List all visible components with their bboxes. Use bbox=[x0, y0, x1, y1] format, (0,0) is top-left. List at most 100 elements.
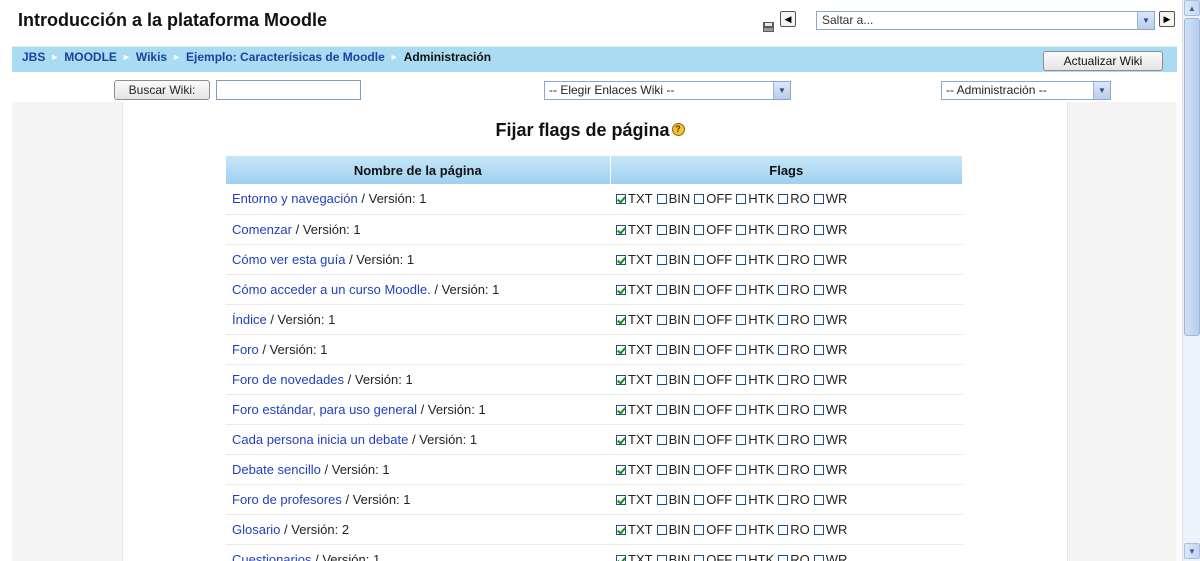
flag-bin-checkbox[interactable] bbox=[656, 254, 667, 265]
page-link[interactable]: Entorno y navegación bbox=[232, 191, 358, 206]
flag-txt-checkbox[interactable] bbox=[616, 554, 626, 561]
flag-ro-checkbox[interactable] bbox=[778, 434, 789, 445]
flag-ro-checkbox[interactable] bbox=[778, 494, 789, 505]
page-link[interactable]: Cómo acceder a un curso Moodle. bbox=[232, 282, 431, 297]
search-wiki-button[interactable]: Buscar Wiki: bbox=[114, 80, 210, 100]
flag-off-checkbox[interactable] bbox=[694, 254, 705, 265]
flag-htk-checkbox[interactable] bbox=[736, 344, 747, 355]
previous-activity-button[interactable]: ◀ bbox=[780, 11, 796, 27]
flag-wr-checkbox[interactable] bbox=[813, 374, 824, 385]
flag-wr-checkbox[interactable] bbox=[813, 524, 824, 535]
flag-off-checkbox[interactable] bbox=[694, 554, 705, 561]
scrollbar-thumb[interactable] bbox=[1184, 18, 1200, 336]
flag-wr-checkbox[interactable] bbox=[813, 554, 824, 561]
flag-txt-checkbox[interactable] bbox=[616, 464, 626, 475]
flag-htk-checkbox[interactable] bbox=[736, 194, 747, 205]
flag-txt-checkbox[interactable] bbox=[616, 404, 626, 415]
flag-bin-checkbox[interactable] bbox=[656, 314, 667, 325]
page-link[interactable]: Cómo ver esta guía bbox=[232, 252, 345, 267]
flag-txt-checkbox[interactable] bbox=[616, 494, 626, 505]
page-link[interactable]: Índice bbox=[232, 312, 267, 327]
flag-wr-checkbox[interactable] bbox=[813, 344, 824, 355]
flag-wr-checkbox[interactable] bbox=[813, 314, 824, 325]
flag-bin-checkbox[interactable] bbox=[656, 494, 667, 505]
flag-bin-checkbox[interactable] bbox=[656, 194, 667, 205]
flag-ro-checkbox[interactable] bbox=[778, 314, 789, 325]
flag-ro-checkbox[interactable] bbox=[778, 224, 789, 235]
flag-bin-checkbox[interactable] bbox=[656, 404, 667, 415]
flag-htk-checkbox[interactable] bbox=[736, 404, 747, 415]
page-link[interactable]: Foro bbox=[232, 342, 259, 357]
flag-txt-checkbox[interactable] bbox=[616, 374, 626, 385]
flag-wr-checkbox[interactable] bbox=[813, 194, 824, 205]
flag-wr-checkbox[interactable] bbox=[813, 254, 824, 265]
flag-bin-checkbox[interactable] bbox=[656, 284, 667, 295]
scroll-up-icon[interactable]: ▲ bbox=[1184, 0, 1200, 16]
flag-wr-checkbox[interactable] bbox=[813, 404, 824, 415]
flag-off-checkbox[interactable] bbox=[694, 374, 705, 385]
breadcrumb-link-moodle[interactable]: MOODLE bbox=[64, 50, 117, 64]
flag-ro-checkbox[interactable] bbox=[778, 464, 789, 475]
flag-txt-checkbox[interactable] bbox=[616, 284, 626, 295]
scroll-down-icon[interactable]: ▼ bbox=[1184, 543, 1200, 559]
flag-htk-checkbox[interactable] bbox=[736, 314, 747, 325]
page-link[interactable]: Foro de novedades bbox=[232, 372, 344, 387]
flag-wr-checkbox[interactable] bbox=[813, 494, 824, 505]
flag-wr-checkbox[interactable] bbox=[813, 464, 824, 475]
flag-wr-checkbox[interactable] bbox=[813, 434, 824, 445]
flag-htk-checkbox[interactable] bbox=[736, 224, 747, 235]
flag-ro-checkbox[interactable] bbox=[778, 194, 789, 205]
vertical-scrollbar[interactable]: ▲ ▼ bbox=[1182, 0, 1200, 561]
flag-txt-checkbox[interactable] bbox=[616, 194, 626, 205]
flag-ro-checkbox[interactable] bbox=[778, 524, 789, 535]
flag-bin-checkbox[interactable] bbox=[656, 554, 667, 561]
flag-bin-checkbox[interactable] bbox=[656, 434, 667, 445]
flag-txt-checkbox[interactable] bbox=[616, 254, 626, 265]
wiki-links-select[interactable]: -- Elegir Enlaces Wiki -- ▼ bbox=[544, 81, 791, 100]
flag-txt-checkbox[interactable] bbox=[616, 434, 626, 445]
page-link[interactable]: Cuestionarios bbox=[232, 552, 312, 561]
flag-off-checkbox[interactable] bbox=[694, 194, 705, 205]
flag-htk-checkbox[interactable] bbox=[736, 494, 747, 505]
flag-off-checkbox[interactable] bbox=[694, 434, 705, 445]
flag-txt-checkbox[interactable] bbox=[616, 224, 626, 235]
flag-htk-checkbox[interactable] bbox=[736, 284, 747, 295]
flag-htk-checkbox[interactable] bbox=[736, 434, 747, 445]
breadcrumb-link-jbs[interactable]: JBS bbox=[22, 50, 45, 64]
flag-htk-checkbox[interactable] bbox=[736, 374, 747, 385]
administration-select[interactable]: -- Administración -- ▼ bbox=[941, 81, 1111, 100]
update-wiki-button[interactable]: Actualizar Wiki bbox=[1043, 51, 1163, 71]
jump-to-select[interactable]: Saltar a... ▼ bbox=[816, 11, 1155, 30]
flag-bin-checkbox[interactable] bbox=[656, 374, 667, 385]
flag-bin-checkbox[interactable] bbox=[656, 224, 667, 235]
flag-ro-checkbox[interactable] bbox=[778, 344, 789, 355]
flag-ro-checkbox[interactable] bbox=[778, 254, 789, 265]
page-link[interactable]: Cada persona inicia un debate bbox=[232, 432, 408, 447]
page-link[interactable]: Debate sencillo bbox=[232, 462, 321, 477]
next-activity-button[interactable]: ▶ bbox=[1159, 11, 1175, 27]
breadcrumb-link-wiki[interactable]: Ejemplo: Caracterísicas de Moodle bbox=[186, 50, 385, 64]
breadcrumb-link-wikis[interactable]: Wikis bbox=[136, 50, 167, 64]
flag-bin-checkbox[interactable] bbox=[656, 524, 667, 535]
page-link[interactable]: Comenzar bbox=[232, 222, 292, 237]
flag-wr-checkbox[interactable] bbox=[813, 224, 824, 235]
flag-txt-checkbox[interactable] bbox=[616, 344, 626, 355]
page-link[interactable]: Foro estándar, para uso general bbox=[232, 402, 417, 417]
flag-off-checkbox[interactable] bbox=[694, 344, 705, 355]
flag-ro-checkbox[interactable] bbox=[778, 554, 789, 561]
page-link[interactable]: Foro de profesores bbox=[232, 492, 342, 507]
flag-bin-checkbox[interactable] bbox=[656, 344, 667, 355]
flag-ro-checkbox[interactable] bbox=[778, 284, 789, 295]
flag-off-checkbox[interactable] bbox=[694, 284, 705, 295]
flag-bin-checkbox[interactable] bbox=[656, 464, 667, 475]
page-link[interactable]: Glosario bbox=[232, 522, 280, 537]
help-icon[interactable]: ? bbox=[671, 122, 685, 136]
flag-off-checkbox[interactable] bbox=[694, 494, 705, 505]
flag-off-checkbox[interactable] bbox=[694, 404, 705, 415]
flag-off-checkbox[interactable] bbox=[694, 464, 705, 475]
flag-off-checkbox[interactable] bbox=[694, 314, 705, 325]
flag-htk-checkbox[interactable] bbox=[736, 254, 747, 265]
flag-txt-checkbox[interactable] bbox=[616, 314, 626, 325]
flag-htk-checkbox[interactable] bbox=[736, 524, 747, 535]
flag-wr-checkbox[interactable] bbox=[813, 284, 824, 295]
